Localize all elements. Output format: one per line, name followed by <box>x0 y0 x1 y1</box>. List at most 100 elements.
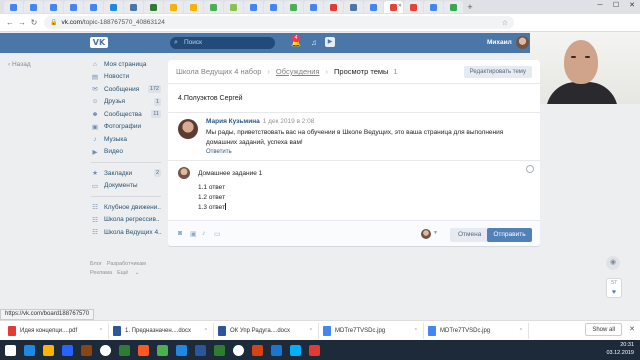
browser-tab[interactable] <box>84 1 103 13</box>
browser-tab[interactable] <box>304 1 323 13</box>
taskbar-app-icon[interactable] <box>230 342 247 358</box>
browser-tab[interactable] <box>444 1 463 13</box>
like-button[interactable]: 57 ♥ <box>606 278 622 298</box>
search-input[interactable]: ⌕ Поиск <box>170 37 275 49</box>
system-clock[interactable]: 20:31 03.12.2019 <box>606 341 634 357</box>
sidebar-item[interactable]: ☷ Клубное движени.. <box>89 201 167 214</box>
taskbar-app-icon[interactable] <box>192 342 209 358</box>
sidebar-item[interactable]: ★ Закладки 2 <box>89 167 167 180</box>
sidebar-item[interactable]: ⌂ Моя страница <box>89 58 167 71</box>
download-item[interactable]: MDTre7TVSDc.jpg ⌃ <box>319 322 424 339</box>
browser-tab[interactable] <box>104 1 123 13</box>
taskbar-app-icon[interactable] <box>78 342 95 358</box>
footer-link-ads[interactable]: Реклама <box>90 270 112 276</box>
taskbar-app-icon[interactable] <box>135 342 152 358</box>
taskbar-app-icon[interactable] <box>59 342 76 358</box>
footer-link-more[interactable]: Ещё ⌄ <box>117 270 144 276</box>
edit-topic-button[interactable]: Редактировать тему <box>463 66 532 78</box>
browser-tab[interactable] <box>4 1 23 13</box>
avatar[interactable] <box>178 119 198 139</box>
sidebar-item[interactable]: ♪ Музыка <box>89 133 167 146</box>
sidebar-item[interactable]: ▤ Новости <box>89 71 167 84</box>
chevron-up-icon[interactable]: ⌃ <box>414 328 418 334</box>
footer-link-dev[interactable]: Разработчикам <box>107 261 146 267</box>
taskbar-app-icon[interactable] <box>21 342 38 358</box>
browser-tab[interactable] <box>44 1 63 13</box>
browser-tab[interactable] <box>324 1 343 13</box>
browser-tab[interactable] <box>224 1 243 13</box>
browser-tab[interactable] <box>424 1 443 13</box>
close-tab-icon[interactable]: ✕ <box>398 3 402 9</box>
browser-tab[interactable] <box>184 1 203 13</box>
download-item[interactable]: MDTre7TVSDc.jpg ⌃ <box>424 322 529 339</box>
sidebar-item[interactable]: ☻ Сообщества 11 <box>89 108 167 121</box>
url-input[interactable]: 🔒 vk.com/topic-188767570_40863124 ☆ <box>44 16 514 29</box>
browser-tab[interactable] <box>344 1 363 13</box>
download-item[interactable]: ОК Упр Радуга....docx ⌃ <box>214 322 319 339</box>
browser-tab[interactable] <box>24 1 43 13</box>
browser-tab[interactable] <box>164 1 183 13</box>
play-icon[interactable]: ▶ <box>325 37 335 47</box>
taskbar-app-icon[interactable] <box>268 342 285 358</box>
music-icon[interactable]: ♪ <box>202 230 206 237</box>
browser-tab[interactable] <box>264 1 283 13</box>
vk-logo[interactable]: VK <box>90 37 108 48</box>
close-icon[interactable]: ✕ <box>624 0 640 12</box>
taskbar-app-icon[interactable] <box>249 342 266 358</box>
taskbar-app-icon[interactable] <box>116 342 133 358</box>
document-icon[interactable]: ▭ <box>214 230 221 238</box>
reply-link[interactable]: Ответить <box>206 149 232 155</box>
show-all-button[interactable]: Show all <box>585 323 622 336</box>
back-arrow-icon[interactable]: ← <box>4 18 16 27</box>
browser-tab[interactable] <box>404 1 423 13</box>
close-icon[interactable]: ✕ <box>629 325 635 333</box>
reload-icon[interactable]: ↻ <box>28 18 40 27</box>
browser-tab[interactable] <box>204 1 223 13</box>
chevron-up-icon[interactable]: ⌃ <box>519 328 523 334</box>
taskbar-app-icon[interactable] <box>211 342 228 358</box>
footer-link-blog[interactable]: Блог <box>90 261 102 267</box>
sidebar-item[interactable]: ☷ Школа регрессив.. <box>89 214 167 227</box>
taskbar-app-icon[interactable] <box>154 342 171 358</box>
browser-tab[interactable] <box>284 1 303 13</box>
taskbar-app-icon[interactable] <box>173 342 190 358</box>
bookmark-star-icon[interactable]: ☆ <box>502 19 508 27</box>
browser-tab[interactable] <box>144 1 163 13</box>
chevron-up-icon[interactable]: ⌃ <box>204 328 208 334</box>
sidebar-item[interactable]: ☺ Друзья 1 <box>89 96 167 109</box>
camera-icon[interactable]: ◙ <box>178 230 182 237</box>
avatar[interactable] <box>421 229 431 239</box>
user-name[interactable]: Михаил <box>487 39 512 46</box>
chevron-down-icon[interactable]: ▼ <box>433 230 438 236</box>
taskbar-app-icon[interactable] <box>306 342 323 358</box>
comment-textarea[interactable]: Домашнее задание 1 1.1 ответ 1.2 ответ 1.… <box>198 169 262 213</box>
video-icon[interactable]: ▣ <box>190 230 197 238</box>
forward-arrow-icon[interactable]: → <box>16 18 28 27</box>
avatar[interactable] <box>516 36 529 49</box>
sidebar-item[interactable]: ▶ Видео <box>89 146 167 159</box>
emoji-icon[interactable] <box>526 165 534 173</box>
breadcrumb-group[interactable]: Школа Ведущих 4 набор <box>176 67 261 76</box>
minimize-icon[interactable]: ─ <box>592 0 608 12</box>
sidebar-item[interactable]: ✉ Сообщения 172 <box>89 83 167 96</box>
post-date[interactable]: 1 дек 2019 в 2:08 <box>263 118 315 125</box>
sidebar-item[interactable]: ▣ Фотографии <box>89 121 167 134</box>
browser-tab[interactable] <box>244 1 263 13</box>
maximize-icon[interactable]: ☐ <box>608 0 624 12</box>
chevron-up-icon[interactable]: ⌃ <box>309 328 313 334</box>
music-icon[interactable]: ♫ <box>311 38 317 48</box>
start-icon[interactable] <box>2 342 19 358</box>
browser-tab[interactable] <box>64 1 83 13</box>
post-author[interactable]: Мария Кузьмина <box>206 118 260 125</box>
cancel-button[interactable]: Отмена <box>450 228 490 242</box>
chevron-up-icon[interactable]: ⌃ <box>99 328 103 334</box>
back-link[interactable]: ‹ Назад <box>8 61 31 68</box>
sidebar-item[interactable]: ☷ Школа Ведущих 4.. <box>89 226 167 239</box>
new-tab-button[interactable]: + <box>464 2 476 12</box>
browser-tab[interactable] <box>124 1 143 13</box>
taskbar-app-icon[interactable] <box>287 342 304 358</box>
send-button[interactable]: Отправить <box>487 228 532 242</box>
breadcrumb-section[interactable]: Обсуждения <box>276 67 320 76</box>
download-item[interactable]: Идея концепци....pdf ⌃ <box>4 322 109 339</box>
camera-icon[interactable]: ◉ <box>606 256 620 270</box>
